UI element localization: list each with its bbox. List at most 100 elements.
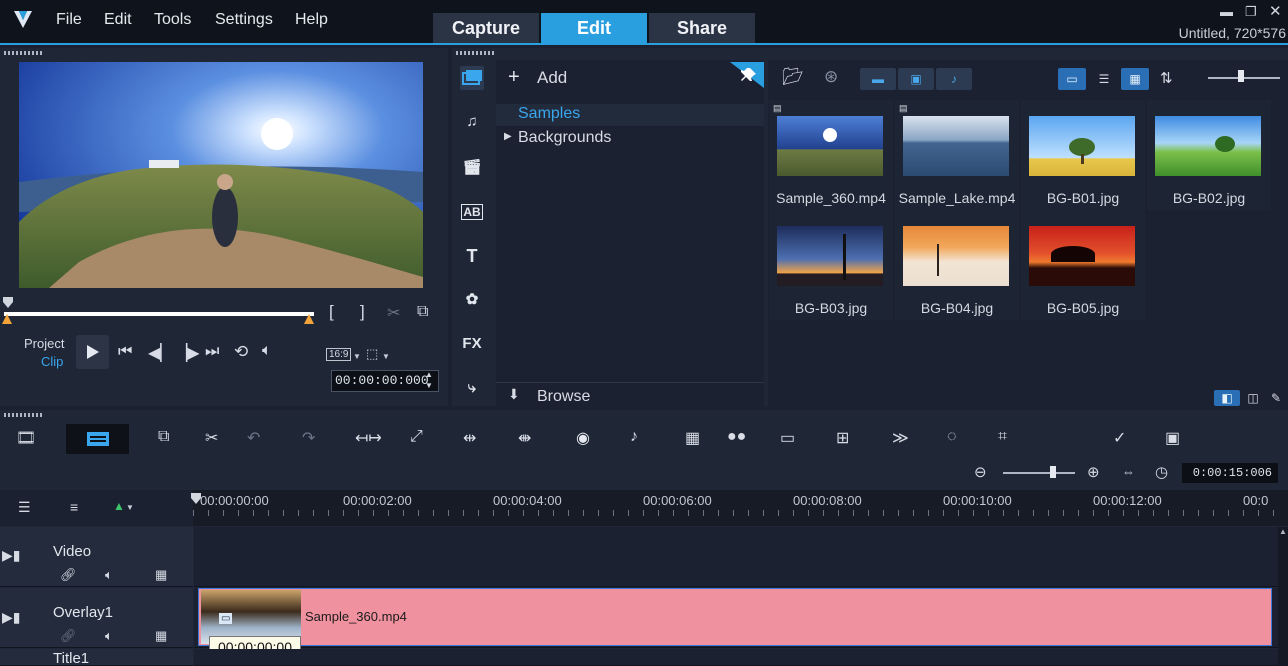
subtitle-editor-icon[interactable]: ▭ (780, 428, 795, 448)
panel-grip[interactable] (4, 413, 42, 417)
overlay-track-icon[interactable]: ▶▮ (2, 609, 20, 626)
show-photo-button[interactable]: ▣ (898, 68, 934, 90)
audio-library-icon[interactable]: ♫ (460, 110, 484, 134)
go-to-start-icon[interactable]: ⏮ (118, 343, 132, 361)
media-library-icon[interactable] (460, 66, 484, 90)
track-visibility-icon[interactable]: ▦ (155, 567, 167, 583)
browse-button[interactable]: Browse (537, 388, 590, 406)
library-item[interactable]: BG-B05.jpg (1021, 210, 1145, 320)
split-clip-icon[interactable]: ✂ (387, 303, 400, 323)
sort-icon[interactable]: ⇅ (1160, 69, 1173, 87)
title-track-lane[interactable] (194, 649, 1288, 666)
show-video-button[interactable]: ▬ (860, 68, 896, 90)
copy-attributes-icon[interactable]: ⧉ (158, 428, 169, 446)
split-icon[interactable]: ⇹ (463, 428, 476, 448)
tab-share[interactable]: Share (649, 13, 755, 44)
tab-edit[interactable]: Edit (541, 13, 647, 44)
menu-help[interactable]: Help (295, 11, 328, 29)
browse-icon[interactable]: ⬇︎ (508, 386, 520, 403)
aspect-ratio-selector[interactable]: 16:9 (326, 348, 352, 361)
tree-item-samples[interactable]: Samples (496, 104, 764, 126)
track-volume-icon[interactable]: 🔈︎ (105, 628, 113, 644)
show-audio-button[interactable]: ♪ (936, 68, 972, 90)
storyboard-view-icon[interactable]: 🎞︎ (16, 428, 36, 448)
split-layout-icon[interactable]: ◫ (1242, 390, 1264, 406)
zoom-slider[interactable] (1003, 472, 1075, 474)
panel-grip[interactable] (456, 51, 494, 55)
pan-zoom-icon[interactable]: ⌗ (998, 428, 1007, 446)
playhead-marker-icon[interactable] (2, 296, 14, 310)
pin-icon[interactable] (730, 62, 764, 88)
menu-edit[interactable]: Edit (104, 11, 132, 29)
chevron-down-icon[interactable]: ▼ (382, 352, 390, 361)
library-item[interactable]: BG-B02.jpg (1147, 100, 1271, 210)
enlarge-preview-icon[interactable]: ⧉ (417, 303, 428, 321)
ripple-link-icon[interactable]: 🔗︎ (60, 567, 77, 583)
scrubber-bar[interactable] (4, 312, 314, 316)
import-media-icon[interactable]: 📂︎ (782, 67, 804, 87)
auto-music-icon[interactable]: ♪ (630, 428, 638, 446)
mark-out-icon[interactable]: ] (360, 302, 365, 322)
instant-project-icon[interactable]: 🎬︎ (460, 156, 484, 180)
split-screen-icon[interactable]: ⊞ (836, 428, 849, 448)
tools-icon[interactable]: ✂︎ (205, 428, 218, 448)
menu-settings[interactable]: Settings (215, 11, 273, 29)
timeline-settings-icon[interactable]: ▣ (1165, 428, 1180, 448)
project-mode-label[interactable]: Project (24, 336, 64, 351)
mark-in-icon[interactable]: [ (329, 302, 334, 322)
timeline-clip[interactable]: ▭ Sample_360.mp4 (198, 588, 1272, 646)
restore-icon[interactable]: ❐ (1245, 4, 1257, 20)
library-item[interactable]: BG-B04.jpg (895, 210, 1019, 320)
library-item[interactable]: ▤ Sample_360.mp4 (769, 100, 893, 210)
add-folder-button[interactable]: Add (537, 68, 567, 88)
close-icon[interactable]: ✕ (1269, 2, 1282, 20)
panel-grip[interactable] (4, 51, 42, 55)
cursor-select-icon[interactable]: ⬚ (366, 346, 378, 362)
track-manager-icon[interactable]: ☰ (18, 499, 31, 516)
fit-zoom-icon[interactable]: ⇔ (1122, 464, 1135, 479)
motion-tracking-icon[interactable]: ▦ (685, 428, 700, 448)
time-ruler[interactable]: 00:00:00:00 00:00:02:00 00:00:04:00 00:0… (191, 490, 1288, 526)
add-track-icon[interactable]: ≡ (70, 499, 78, 515)
timecode-down-icon[interactable]: ▼ (425, 381, 433, 390)
timeline-scrollbar[interactable]: ▲ (1278, 527, 1288, 666)
thumbnail-view-button[interactable]: ▭ (1058, 68, 1086, 90)
multi-camera-icon[interactable]: ●● (727, 428, 746, 446)
preview-window[interactable] (19, 62, 423, 288)
zoom-in-icon[interactable]: ⊕ (1087, 463, 1100, 481)
volume-icon[interactable]: 🔈︎ (262, 342, 272, 360)
ripple-link-icon[interactable]: 🔗︎ (60, 628, 77, 644)
repeat-icon[interactable]: ⟲ (234, 342, 248, 362)
filter-icon[interactable]: FX (460, 332, 484, 356)
chevron-down-icon[interactable]: ▼ (353, 352, 361, 361)
go-to-end-icon[interactable]: ⏭ (205, 343, 219, 361)
timeline-view-button[interactable] (66, 424, 129, 454)
title-icon[interactable]: T (460, 244, 484, 268)
library-item[interactable]: BG-B03.jpg (769, 210, 893, 320)
track-visibility-icon[interactable]: ▦ (155, 628, 167, 644)
trim-in-handle-icon[interactable] (2, 314, 12, 324)
slider-handle[interactable] (1238, 70, 1244, 82)
fit-window-icon[interactable]: ⤢ (410, 428, 423, 446)
plus-icon[interactable]: + (508, 66, 520, 89)
zoom-slider-handle[interactable] (1050, 466, 1056, 478)
timecode-input[interactable]: 00:00:00:000 (331, 370, 439, 392)
video-track-lane[interactable] (194, 527, 1288, 587)
chapter-marker-icon[interactable]: ▲ (113, 499, 125, 513)
timecode-up-icon[interactable]: ▲ (425, 370, 433, 379)
play-button[interactable] (76, 335, 109, 369)
video-track-icon[interactable]: ▶▮ (2, 547, 20, 564)
time-remapping-icon[interactable]: ≫ (892, 428, 909, 448)
tab-capture[interactable]: Capture (433, 13, 539, 44)
library-layout-button[interactable]: ◧ (1214, 390, 1240, 406)
library-item[interactable]: ▤ Sample_Lake.mp4 (895, 100, 1019, 210)
menu-file[interactable]: File (56, 11, 82, 29)
fit-project-icon[interactable]: ↤↦ (355, 428, 382, 448)
menu-tools[interactable]: Tools (154, 11, 191, 29)
library-item[interactable]: BG-B01.jpg (1021, 100, 1145, 210)
scroll-up-icon[interactable]: ▲ (1279, 527, 1287, 536)
previous-frame-icon[interactable]: ◀▏ (148, 343, 173, 363)
capture-icon[interactable]: ⊛ (824, 67, 838, 87)
graphics-icon[interactable]: ✿ (460, 288, 484, 312)
path-icon[interactable]: ⤷ (460, 376, 484, 400)
